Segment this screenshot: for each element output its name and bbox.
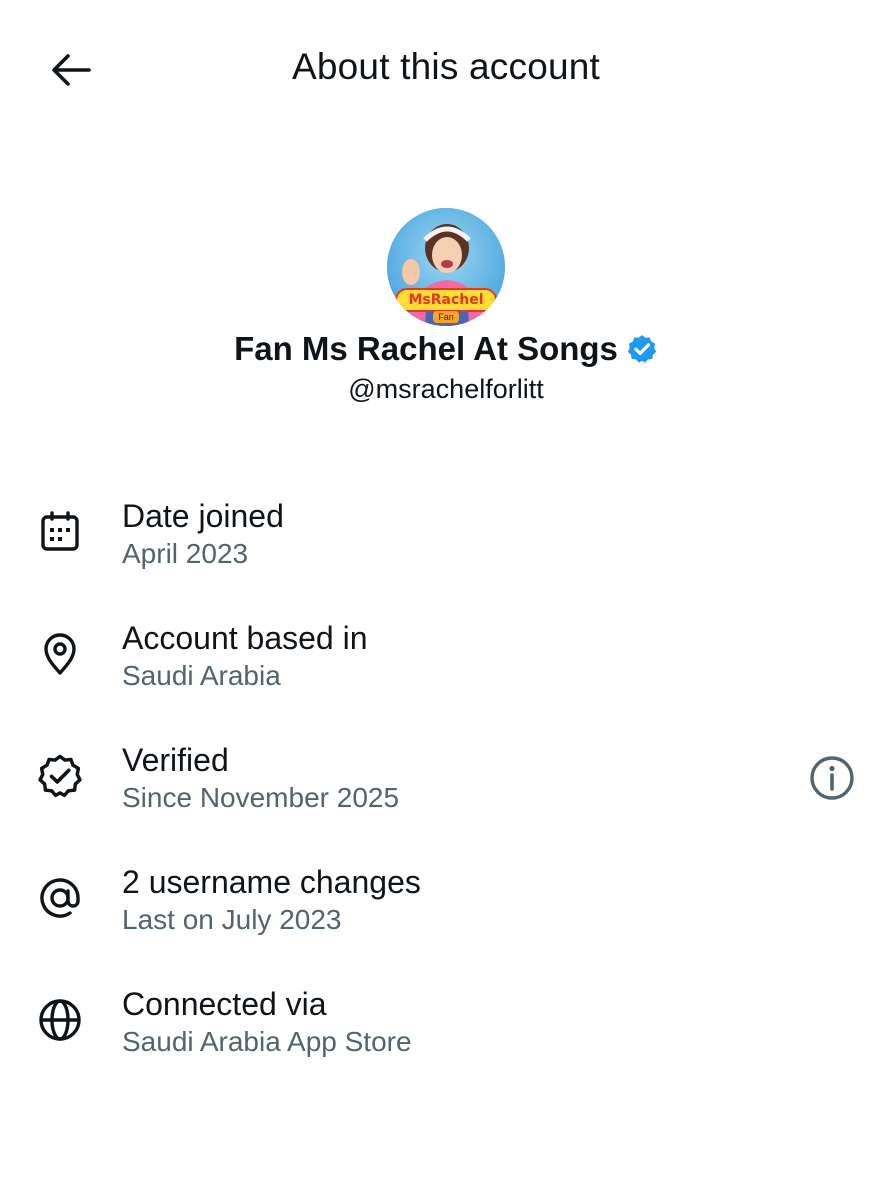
verified-badge-icon bbox=[627, 335, 657, 363]
avatar-logo-text: MsRachel bbox=[408, 292, 484, 308]
verified-badge-outline-icon bbox=[38, 754, 82, 798]
avatar-logo-sub: Fan bbox=[433, 311, 459, 323]
detail-account-location: Account based in Saudi Arabia bbox=[0, 612, 892, 734]
globe-icon bbox=[39, 999, 81, 1041]
detail-title: Connected via bbox=[122, 986, 327, 1022]
account-details-list: Date joined April 2023 Account based in … bbox=[0, 490, 892, 1100]
name-row: Fan Ms Rachel At Songs bbox=[0, 330, 892, 368]
username-handle: @msrachelforlitt bbox=[348, 374, 544, 404]
detail-value: Saudi Arabia bbox=[122, 660, 281, 691]
detail-connected-via: Connected via Saudi Arabia App Store bbox=[0, 978, 892, 1100]
info-icon bbox=[810, 756, 854, 800]
verified-info-button[interactable] bbox=[806, 752, 858, 804]
profile-summary: MsRachel Fan Fan Ms Rachel At Songs @msr… bbox=[0, 208, 892, 405]
detail-title: Account based in bbox=[122, 620, 368, 656]
detail-verified: Verified Since November 2025 bbox=[0, 734, 892, 856]
page-title: About this account bbox=[291, 46, 601, 87]
detail-date-joined: Date joined April 2023 bbox=[0, 490, 892, 612]
top-app-bar: About this account bbox=[0, 0, 892, 140]
detail-username-changes: 2 username changes Last on July 2023 bbox=[0, 856, 892, 978]
detail-title: Verified bbox=[122, 742, 229, 778]
detail-value: April 2023 bbox=[122, 538, 249, 569]
detail-title: 2 username changes bbox=[122, 864, 421, 900]
location-pin-icon bbox=[44, 633, 76, 675]
display-name: Fan Ms Rachel At Songs bbox=[234, 330, 618, 367]
detail-value: Since November 2025 bbox=[122, 782, 400, 813]
detail-value: Last on July 2023 bbox=[122, 904, 342, 935]
calendar-icon bbox=[41, 511, 79, 551]
avatar[interactable]: MsRachel Fan bbox=[387, 208, 505, 326]
detail-value: Saudi Arabia App Store bbox=[122, 1026, 412, 1057]
avatar-logo: MsRachel bbox=[395, 288, 497, 312]
at-sign-icon bbox=[40, 878, 80, 918]
detail-title: Date joined bbox=[122, 498, 284, 534]
